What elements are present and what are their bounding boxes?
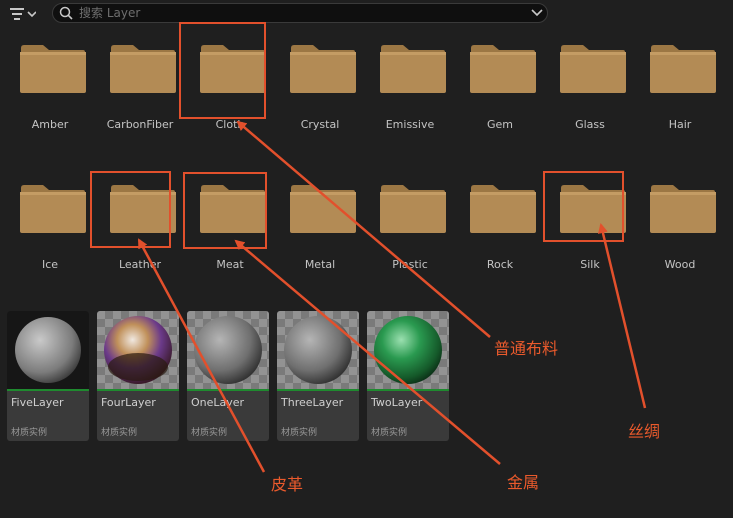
annotation-arrows	[137, 120, 647, 473]
arrow-cloth	[236, 120, 491, 338]
arrow-metal	[234, 239, 501, 465]
annotation-silk: 丝绸	[628, 422, 661, 441]
arrow-leather	[137, 238, 266, 473]
arrow-silk	[598, 223, 647, 409]
annotation-metal: 金属	[507, 473, 540, 492]
annotation-leather: 皮革	[271, 475, 304, 494]
annotation-cloth: 普通布料	[494, 339, 559, 358]
